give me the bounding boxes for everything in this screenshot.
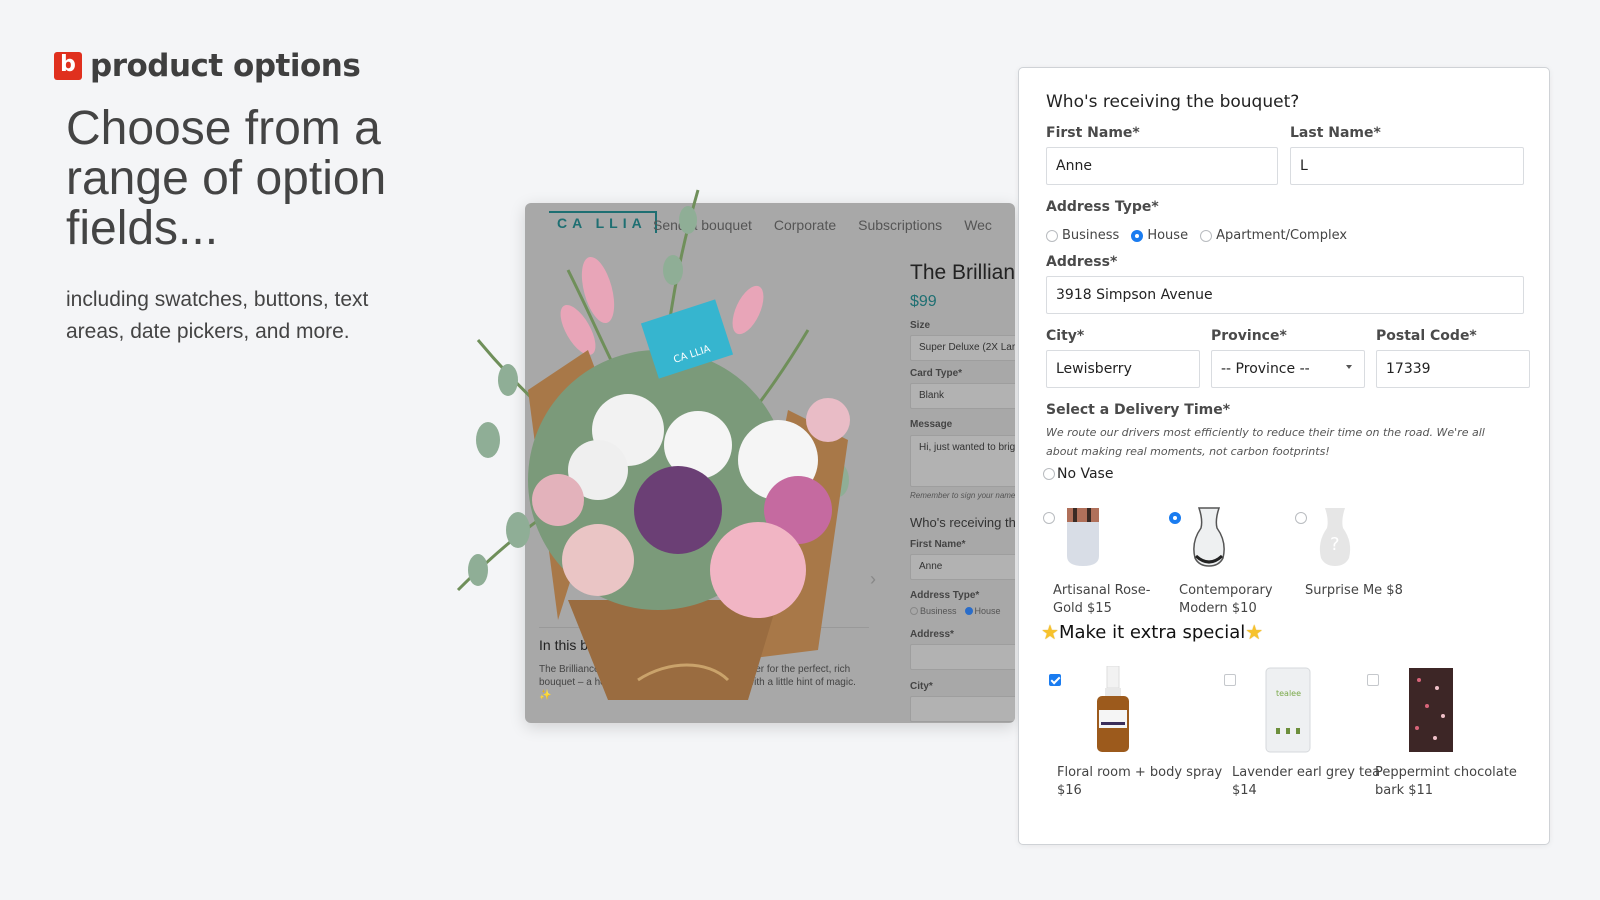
store-first-name-label: First Name* [910, 539, 966, 550]
checkbox-checked-icon[interactable] [1049, 674, 1061, 686]
vase-label: Artisanal Rose-Gold $15 [1053, 583, 1151, 616]
contemporary-vase-image [1193, 507, 1225, 567]
store-message-help: Remember to sign your name [910, 491, 1015, 500]
extra-special-heading: ★ Make it extra special ★ [1041, 620, 1264, 644]
store-card-type-select[interactable]: Blank [910, 383, 1015, 409]
address-input[interactable]: 3918 Simpson Avenue [1046, 276, 1524, 314]
no-vase-option[interactable]: No Vase [1043, 466, 1113, 482]
store-city-input[interactable] [910, 696, 1015, 722]
addon-label: Peppermint chocolate bark $11 [1375, 765, 1517, 798]
store-address-type-radios: Business House [910, 606, 1001, 616]
postal-code-label: Postal Code* [1376, 328, 1477, 344]
brand-header: b product options [54, 48, 361, 84]
dropdown-arrow-icon [1346, 365, 1352, 369]
store-nav-item[interactable]: Subscriptions [858, 217, 942, 233]
vase-label: Contemporary Modern $10 [1179, 583, 1273, 616]
star-icon: ★ [1245, 620, 1264, 644]
store-city-label: City* [910, 681, 933, 692]
brand-name: product options [90, 48, 361, 84]
svg-text:tealee: tealee [1276, 689, 1301, 698]
radio-icon [1043, 512, 1055, 524]
postal-code-input[interactable]: 17339 [1376, 350, 1530, 388]
store-size-label: Size [910, 320, 931, 331]
brand-logo-icon: b [54, 52, 82, 80]
province-select[interactable]: -- Province -- [1211, 350, 1365, 388]
store-product-title: The Brilliance [910, 261, 1015, 284]
last-name-label: Last Name* [1290, 125, 1381, 141]
store-size-select[interactable]: Super Deluxe (2X Large) [910, 335, 1015, 361]
tea-tin-image: tealee [1265, 667, 1311, 753]
radio-apartment[interactable]: Apartment/Complex [1200, 228, 1347, 243]
radio-icon [1295, 512, 1307, 524]
store-message-label: Message [910, 419, 953, 430]
store-product-price: $99 [910, 293, 937, 310]
address-label: Address* [1046, 254, 1118, 270]
store-first-name-input[interactable]: Anne [910, 554, 1015, 580]
city-input[interactable]: Lewisberry [1046, 350, 1200, 388]
first-name-label: First Name* [1046, 125, 1140, 141]
radio-checked-icon [1131, 229, 1144, 242]
store-address-type-label: Address Type* [910, 590, 980, 601]
delivery-time-label: Select a Delivery Time* [1046, 402, 1231, 418]
address-type-label: Address Type* [1046, 199, 1159, 215]
radio-icon [1043, 468, 1055, 480]
carousel-next-icon[interactable]: › [870, 569, 876, 590]
store-radio-business[interactable]: Business [910, 606, 957, 616]
star-icon: ★ [1041, 620, 1059, 644]
headline: Choose from a range of option fields... [66, 102, 387, 255]
last-name-input[interactable]: L [1290, 147, 1524, 185]
first-name-input[interactable]: Anne [1046, 147, 1278, 185]
checkbox-icon[interactable] [1367, 674, 1379, 686]
store-address-label: Address* [910, 629, 954, 640]
radio-checked-icon [1169, 512, 1181, 524]
surprise-vase-image: ? [1319, 508, 1351, 566]
rose-gold-vase-image [1067, 508, 1099, 566]
store-radio-house[interactable]: House [964, 606, 1001, 616]
store-address-input[interactable] [910, 644, 1015, 670]
addon-label: Floral room + body spray $16 [1057, 765, 1223, 798]
address-type-radio-group: Business House Apartment/Complex [1046, 228, 1347, 243]
bouquet-image: CA LLIA [456, 189, 850, 700]
subtext: including swatches, buttons, text areas,… [66, 288, 369, 343]
vase-label: Surprise Me $8 [1305, 583, 1403, 598]
radio-house[interactable]: House [1131, 228, 1188, 243]
spray-bottle-image [1097, 666, 1129, 752]
form-title: Who's receiving the bouquet? [1046, 92, 1300, 112]
province-label: Province* [1211, 328, 1287, 344]
radio-icon [1046, 229, 1058, 242]
city-label: City* [1046, 328, 1085, 344]
svg-text:?: ? [1330, 534, 1340, 555]
radio-business[interactable]: Business [1046, 228, 1119, 243]
delivery-help-text: We route our drivers most efficiently to… [1046, 426, 1485, 458]
chocolate-bark-image [1409, 668, 1453, 752]
store-receiving-heading: Who's receiving the bouquet? [910, 515, 1015, 530]
store-nav-item[interactable]: Wec [964, 217, 992, 233]
checkbox-icon[interactable] [1224, 674, 1236, 686]
store-card-type-label: Card Type* [910, 368, 963, 379]
radio-icon [1200, 229, 1213, 242]
store-message-textarea[interactable]: Hi, just wanted to brighten your day [910, 435, 1015, 487]
recipient-form-card: Who's receiving the bouquet? First Name*… [1018, 67, 1550, 845]
